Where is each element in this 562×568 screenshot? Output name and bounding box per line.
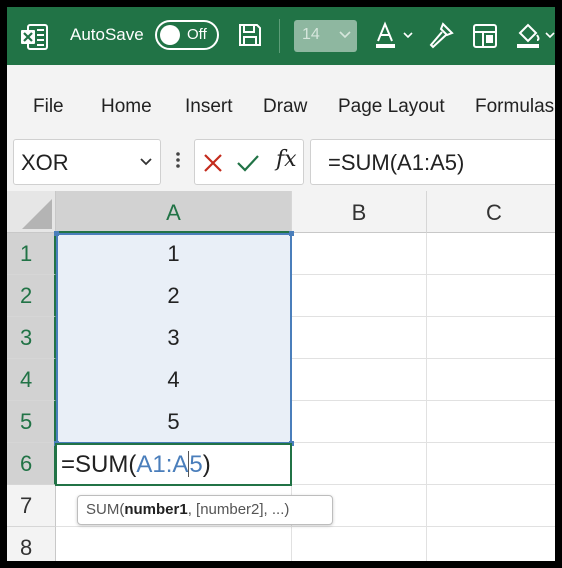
cell-a1[interactable]: 1 (56, 233, 292, 275)
excel-window: AutoSave Off 14 File Home Insert Draw Pa… (7, 7, 555, 561)
name-box-value: XOR (21, 150, 69, 175)
autosave-state: Off (187, 26, 207, 43)
cell-c7[interactable] (427, 485, 555, 527)
cell-b3[interactable] (292, 317, 427, 359)
cell-b8[interactable] (292, 527, 427, 561)
row-header-3[interactable]: 3 (7, 317, 56, 359)
ribbon-tabs: File Home Insert Draw Page Layout Formul… (7, 65, 555, 131)
fill-color-icon[interactable] (514, 21, 555, 51)
row-header-7[interactable]: 7 (7, 485, 56, 527)
tab-formulas[interactable]: Formulas (475, 96, 554, 118)
cell-c3[interactable] (427, 317, 555, 359)
row-header-2[interactable]: 2 (7, 275, 56, 317)
toolbar-separator (279, 19, 280, 53)
formula-input[interactable]: =SUM(A1:A5) (310, 139, 555, 185)
cell-c6[interactable] (427, 443, 555, 485)
cell-c1[interactable] (427, 233, 555, 275)
range-ref-end: 5 (189, 451, 203, 478)
title-bar: AutoSave Off 14 (7, 7, 555, 65)
cell-b5[interactable] (292, 401, 427, 443)
cell-styles-icon[interactable] (471, 21, 499, 51)
formula-prefix: =SUM( (61, 451, 137, 478)
tab-page-layout[interactable]: Page Layout (338, 96, 445, 118)
chevron-down-icon (339, 31, 351, 39)
select-all-button[interactable] (7, 191, 56, 233)
row-header-4[interactable]: 4 (7, 359, 56, 401)
formula-buttons: fx (194, 139, 304, 185)
autosave-label: AutoSave (70, 25, 144, 44)
name-box[interactable]: XOR (13, 139, 161, 185)
row-header-5[interactable]: 5 (7, 401, 56, 443)
row-header-8[interactable]: 8 (7, 527, 56, 561)
cell-b1[interactable] (292, 233, 427, 275)
range-handle-top-right[interactable] (289, 231, 294, 236)
tooltip-function: SUM( (86, 501, 125, 518)
tab-file[interactable]: File (33, 96, 64, 118)
more-options-icon[interactable] (175, 151, 181, 169)
column-header-c[interactable]: C (427, 191, 555, 233)
range-ref-start: A1:A (136, 451, 189, 478)
insert-function-icon[interactable]: fx (276, 147, 297, 172)
formula-bar-area: XOR fx =SUM(A1:A5) (7, 131, 555, 191)
cell-b4[interactable] (292, 359, 427, 401)
tab-home[interactable]: Home (101, 96, 152, 118)
range-handle-top-left[interactable] (54, 231, 59, 236)
cell-a5[interactable]: 5 (56, 401, 292, 443)
save-icon[interactable] (237, 22, 263, 48)
cancel-icon[interactable] (203, 153, 223, 173)
cell-c5[interactable] (427, 401, 555, 443)
column-header-a[interactable]: A (56, 191, 292, 233)
enter-check-icon[interactable] (236, 153, 260, 173)
autosave-toggle[interactable]: Off (155, 20, 219, 50)
spreadsheet-grid: A B C 1 2 3 4 5 6 7 8 1 2 3 4 5 =SUM(A1:… (7, 191, 555, 561)
cell-b2[interactable] (292, 275, 427, 317)
row-header-1[interactable]: 1 (7, 233, 56, 275)
cell-a3[interactable]: 3 (56, 317, 292, 359)
toggle-knob (160, 25, 180, 45)
cell-edit-text: =SUM(A1:A5) (61, 451, 211, 479)
formula-text: =SUM(A1:A5) (328, 150, 465, 175)
cell-a6-editing[interactable]: =SUM(A1:A5) (55, 443, 292, 486)
font-size-value: 14 (302, 26, 320, 43)
format-painter-icon[interactable] (427, 21, 455, 51)
tab-draw[interactable]: Draw (263, 96, 307, 118)
select-all-triangle-icon (22, 199, 52, 229)
cell-c8[interactable] (427, 527, 555, 561)
font-color-icon[interactable] (373, 21, 417, 51)
cell-a8[interactable] (56, 527, 292, 561)
tooltip-current-arg: number1 (124, 501, 188, 518)
function-argument-tooltip[interactable]: SUM(number1, [number2], ...) (77, 495, 333, 525)
column-header-b[interactable]: B (292, 191, 427, 233)
chevron-down-icon (140, 158, 152, 166)
cell-a2[interactable]: 2 (56, 275, 292, 317)
font-size-select[interactable]: 14 (294, 20, 357, 52)
row-header-6[interactable]: 6 (7, 443, 56, 485)
excel-logo-icon (21, 24, 48, 50)
cell-c4[interactable] (427, 359, 555, 401)
range-reference: A1:A5 (136, 451, 203, 478)
formula-suffix: ) (202, 451, 211, 478)
cell-b6[interactable] (292, 443, 427, 485)
tab-insert[interactable]: Insert (185, 96, 233, 118)
cell-a4[interactable]: 4 (56, 359, 292, 401)
cell-c2[interactable] (427, 275, 555, 317)
tooltip-rest-args: , [number2], ...) (187, 501, 290, 518)
